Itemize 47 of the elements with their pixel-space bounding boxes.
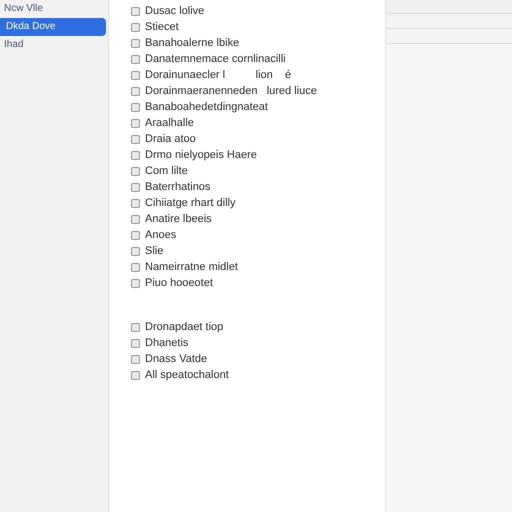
option-label: Dorainmaeranenneden lured liuce (145, 84, 317, 99)
checkbox[interactable] (131, 6, 140, 16)
checkbox[interactable] (131, 214, 140, 224)
option-label: Draia atoo (145, 132, 196, 147)
option-label: Dusac lolive (145, 4, 204, 19)
option-label: Stiecet (145, 20, 179, 35)
option-label: All speatochalont (145, 368, 229, 383)
checkbox[interactable] (131, 354, 140, 364)
option-label: Danatemnemace cornlinacilli (145, 52, 286, 67)
sidebar-item[interactable]: Dkda Dove (0, 18, 106, 36)
option-label: Araalhalle (145, 116, 194, 131)
checkbox[interactable] (131, 54, 140, 64)
option-label: Banahoalerne lbike (145, 36, 240, 51)
checkbox[interactable] (131, 22, 140, 32)
option-label: Dhanetis (145, 336, 188, 351)
checkbox[interactable] (131, 338, 140, 348)
option-label: Anatire lbeeis (145, 212, 212, 227)
checkbox[interactable] (131, 102, 140, 112)
option-label: Banaboahedetdingnateat (145, 100, 268, 115)
option-label: Baterrhatinos (145, 180, 210, 195)
checkbox[interactable] (131, 118, 140, 128)
option-label: Com lilte (145, 164, 188, 179)
option-label: Dronapdaet tiop (145, 320, 224, 335)
checkbox[interactable] (131, 134, 140, 144)
option-label: Drmo nielyopeis Haere (145, 148, 257, 163)
sidebar-item[interactable]: Ihad (0, 37, 106, 53)
checkbox[interactable] (131, 70, 140, 80)
sidebar-item[interactable]: Ncw Vlle (0, 1, 106, 17)
checkbox[interactable] (131, 370, 140, 380)
option-label: Dnass Vatde (145, 352, 208, 367)
checkbox[interactable] (131, 166, 140, 176)
option-label: Piuo hooeotet (145, 276, 213, 291)
checkbox[interactable] (131, 322, 140, 332)
checkbox[interactable] (131, 86, 140, 96)
checkbox[interactable] (131, 182, 140, 192)
checkbox[interactable] (131, 262, 140, 272)
checkbox[interactable] (131, 278, 140, 288)
checkbox[interactable] (131, 246, 140, 256)
option-label: Cihiiatge rhart dilly (145, 196, 236, 211)
checkbox[interactable] (131, 230, 140, 240)
option-label: Anoes (145, 228, 176, 243)
option-label: Slie (145, 244, 164, 259)
checkbox[interactable] (131, 38, 140, 48)
checkbox[interactable] (131, 150, 140, 160)
option-label: Dorainunaecler l lion é (145, 68, 292, 83)
checkbox[interactable] (131, 198, 140, 208)
option-label: Nameirratne midlet (145, 260, 238, 275)
